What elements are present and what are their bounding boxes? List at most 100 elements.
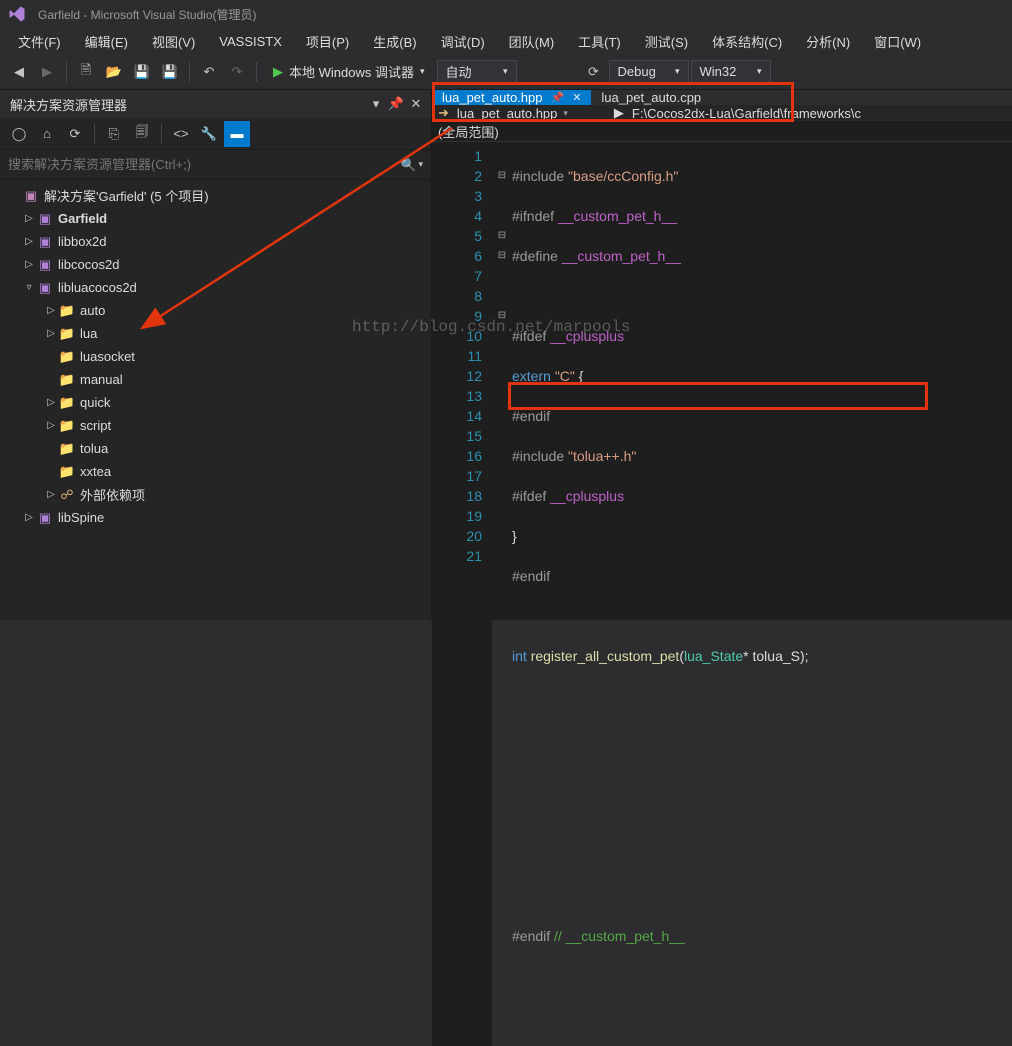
menu-analyze[interactable]: 分析(N): [794, 28, 862, 55]
redo-button[interactable]: ↷: [224, 59, 250, 85]
tree-item[interactable]: ▷▣ libcocos2d: [0, 253, 431, 276]
expand-arrow-icon[interactable]: ▷: [22, 235, 36, 249]
pane-close-icon[interactable]: ✕: [407, 95, 425, 113]
main-toolbar: ◀ ▶ 🗎 📂 💾 💾 ↶ ↷ ▶ 本地 Windows 调试器 ▾ 自动▾ ⟳…: [0, 54, 1012, 90]
expand-arrow-icon[interactable]: ▷: [44, 327, 58, 341]
reference-icon: ☍: [58, 487, 76, 503]
tree-item[interactable]: ▷▣Garfield: [0, 207, 431, 230]
expand-arrow-icon[interactable]: ▷: [22, 212, 36, 226]
search-icon[interactable]: 🔍 ▾: [400, 157, 423, 173]
tree-item-label: 外部依赖项: [80, 485, 145, 504]
se-sync-button[interactable]: ⟳: [62, 121, 88, 147]
expand-arrow-icon[interactable]: [44, 373, 58, 387]
run-label: 本地 Windows 调试器: [289, 62, 414, 81]
menu-window[interactable]: 窗口(W): [862, 28, 933, 55]
tree-item-label: auto: [80, 303, 105, 318]
tree-item[interactable]: ▷📁 lua: [0, 322, 431, 345]
expand-arrow-icon[interactable]: [44, 442, 58, 456]
tree-item[interactable]: ▷▣ libbox2d: [0, 230, 431, 253]
fold-gutter[interactable]: ⊟⊟⊟⊟: [492, 142, 512, 1046]
project-icon: ▣: [36, 211, 54, 227]
tree-item-label: libbox2d: [58, 234, 106, 249]
tree-item-label: lua: [80, 326, 97, 341]
tree-item[interactable]: 📁xxtea: [0, 460, 431, 483]
nav-forward-button[interactable]: ▶: [34, 59, 60, 85]
window-title: Garfield - Microsoft Visual Studio(管理员): [38, 6, 257, 23]
expand-arrow-icon[interactable]: ▷: [22, 511, 36, 525]
line-numbers: 123456789101112131415161718192021: [432, 142, 492, 1046]
pin-icon[interactable]: 📌: [550, 91, 564, 104]
scope-dropdown[interactable]: (全局范围): [438, 122, 499, 141]
se-code-button[interactable]: <>: [168, 121, 194, 147]
project-icon: ▣: [36, 257, 54, 273]
tree-item[interactable]: 📁tolua: [0, 437, 431, 460]
close-icon[interactable]: ✕: [572, 91, 581, 104]
solution-mode-dropdown[interactable]: 自动▾: [437, 60, 517, 84]
nav-forward-icon[interactable]: ▶: [614, 105, 624, 121]
menu-bar: 文件(F) 编辑(E) 视图(V) VASSISTX 项目(P) 生成(B) 调…: [0, 28, 1012, 54]
nav-back-button[interactable]: ◀: [6, 59, 32, 85]
tree-item[interactable]: 📁luasocket: [0, 345, 431, 368]
refresh-button[interactable]: ⟳: [581, 59, 607, 85]
menu-file[interactable]: 文件(F): [6, 28, 73, 55]
folder-icon: 📁: [58, 303, 76, 319]
expand-arrow-icon[interactable]: ▷: [22, 258, 36, 272]
new-project-button[interactable]: 🗎: [73, 59, 99, 85]
se-showall-button[interactable]: 🗐: [129, 121, 155, 147]
menu-debug[interactable]: 调试(D): [429, 28, 497, 55]
menu-build[interactable]: 生成(B): [361, 28, 428, 55]
tree-item[interactable]: 📁manual: [0, 368, 431, 391]
menu-team[interactable]: 团队(M): [497, 28, 567, 55]
tree-item[interactable]: ▷📁script: [0, 414, 431, 437]
code-editor[interactable]: 123456789101112131415161718192021 ⊟⊟⊟⊟ #…: [432, 142, 1012, 1046]
tree-item[interactable]: ▷☍外部依赖项: [0, 483, 431, 506]
tree-item[interactable]: ▿▣libluacocos2d: [0, 276, 431, 299]
tree-item-label: libcocos2d: [58, 257, 119, 272]
solution-search-input[interactable]: [8, 157, 400, 172]
folder-icon: 📁: [58, 418, 76, 434]
se-home-button[interactable]: ⌂: [34, 121, 60, 147]
tree-item[interactable]: ▷▣libSpine: [0, 506, 431, 529]
tab-label: lua_pet_auto.hpp: [442, 90, 542, 105]
project-icon: ▣: [36, 234, 54, 250]
tab-lua-pet-auto-cpp[interactable]: lua_pet_auto.cpp: [591, 90, 711, 105]
se-preview-button[interactable]: ▬: [224, 121, 250, 147]
project-icon: ▣: [36, 510, 54, 526]
code-content[interactable]: #include "base/ccConfig.h" #ifndef __cus…: [512, 142, 1012, 1046]
folder-icon: 📁: [58, 326, 76, 342]
menu-architecture[interactable]: 体系结构(C): [700, 28, 794, 55]
folder-icon: 📁: [58, 372, 76, 388]
open-button[interactable]: 📂: [101, 59, 127, 85]
save-button[interactable]: 💾: [129, 59, 155, 85]
expand-arrow-icon[interactable]: ▷: [44, 396, 58, 410]
platform-dropdown[interactable]: Win32▾: [691, 60, 771, 84]
se-back-button[interactable]: ◯: [6, 121, 32, 147]
expand-arrow-icon[interactable]: ▷: [44, 304, 58, 318]
menu-test[interactable]: 测试(S): [633, 28, 700, 55]
expand-arrow-icon[interactable]: [44, 465, 58, 479]
pane-pin-icon[interactable]: 📌: [387, 95, 405, 113]
se-properties-button[interactable]: 🔧: [196, 121, 222, 147]
tree-item[interactable]: ▷📁quick: [0, 391, 431, 414]
tab-lua-pet-auto-hpp[interactable]: lua_pet_auto.hpp 📌 ✕: [432, 90, 591, 105]
menu-edit[interactable]: 编辑(E): [73, 28, 140, 55]
menu-view[interactable]: 视图(V): [140, 28, 207, 55]
menu-project[interactable]: 项目(P): [294, 28, 361, 55]
expand-arrow-icon[interactable]: ▿: [22, 281, 36, 295]
start-debugging-button[interactable]: ▶ 本地 Windows 调试器 ▾: [263, 59, 435, 85]
nav-file-dropdown[interactable]: lua_pet_auto.hpp▾: [457, 106, 568, 121]
save-all-button[interactable]: 💾: [157, 59, 183, 85]
solution-node[interactable]: ▣ 解决方案'Garfield' (5 个项目): [0, 184, 431, 207]
pane-dropdown-icon[interactable]: ▾: [367, 95, 385, 113]
undo-button[interactable]: ↶: [196, 59, 222, 85]
menu-tools[interactable]: 工具(T): [566, 28, 633, 55]
menu-vassistx[interactable]: VASSISTX: [207, 30, 294, 53]
tree-item-label: libluacocos2d: [58, 280, 137, 295]
expand-arrow-icon[interactable]: ▷: [44, 488, 58, 502]
config-dropdown[interactable]: Debug▾: [609, 60, 689, 84]
nav-arrow-icon[interactable]: ➜: [438, 105, 449, 121]
se-copy-button[interactable]: ⎘: [101, 121, 127, 147]
tree-item[interactable]: ▷📁 auto: [0, 299, 431, 322]
expand-arrow-icon[interactable]: ▷: [44, 419, 58, 433]
expand-arrow-icon[interactable]: [44, 350, 58, 364]
